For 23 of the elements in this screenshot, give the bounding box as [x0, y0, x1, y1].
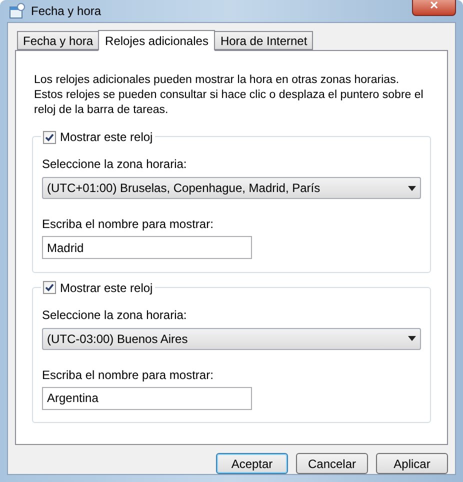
timezone-label: Seleccione la zona horaria: — [42, 306, 188, 324]
calendar-clock-icon — [9, 3, 25, 19]
display-name-label: Escriba el nombre para mostrar: — [42, 366, 214, 384]
dialog-button[interactable]: Aplicar — [376, 453, 448, 474]
tab[interactable]: Fecha y hora — [17, 31, 100, 50]
dialog-button[interactable]: Aceptar — [216, 453, 288, 474]
timezone-dropdown[interactable]: (UTC+01:00) Bruselas, Copenhague, Madrid, París — [42, 177, 421, 199]
window-title: Fecha y hora — [31, 3, 102, 20]
display-name-field[interactable]: Madrid — [42, 236, 252, 259]
dropdown-caret-icon — [408, 336, 416, 341]
timezone-label: Seleccione la zona horaria: — [42, 156, 188, 173]
tab[interactable]: Relojes adicionales — [98, 30, 216, 51]
show-clock-checkbox[interactable]: Mostrar este reloj — [41, 128, 155, 146]
checkmark-icon — [45, 283, 54, 292]
show-clock-checkbox[interactable]: Mostrar este reloj — [41, 278, 155, 296]
timezone-dropdown[interactable]: (UTC-03:00) Buenos Aires — [42, 328, 421, 350]
description-text: Los relojes adicionales pueden mostrar la hora en otras zonas horarias. Estos relojes se pueden consultar si hace clic o desplaza el puntero sobre el reloj de la barra de tareas. — [33, 73, 424, 118]
display-name-field[interactable]: Argentina — [42, 386, 252, 410]
display-name-label: Escriba el nombre para mostrar: — [42, 216, 214, 233]
dropdown-caret-icon — [408, 186, 416, 190]
tab[interactable]: Hora de Internet — [214, 31, 314, 50]
checkmark-icon — [45, 132, 54, 142]
dialog-button[interactable]: Cancelar — [296, 453, 368, 474]
